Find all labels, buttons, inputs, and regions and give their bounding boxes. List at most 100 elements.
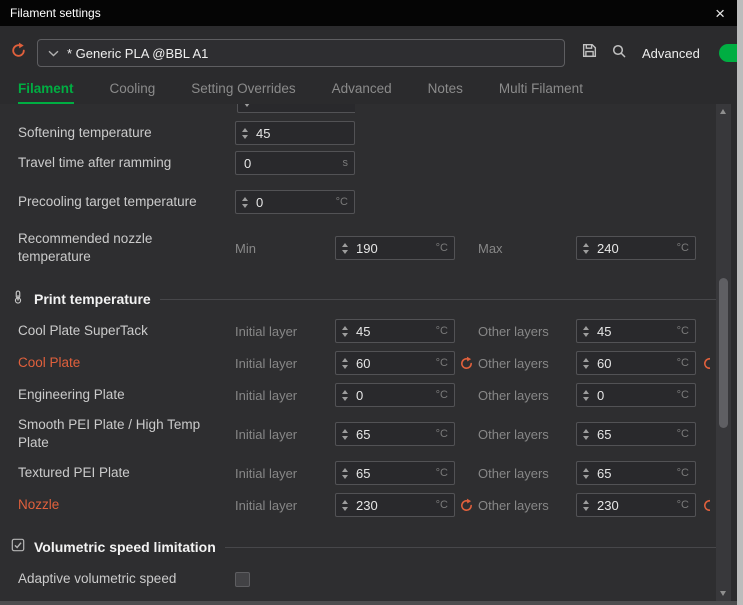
scroll-down-arrow-icon[interactable] bbox=[720, 591, 726, 596]
input-value: 45 bbox=[356, 323, 371, 339]
scrollbar-thumb[interactable] bbox=[719, 278, 728, 428]
scroll-up-arrow-icon[interactable] bbox=[720, 109, 726, 114]
preset-name: * Generic PLA @BBL A1 bbox=[67, 45, 209, 61]
preset-dropdown[interactable]: * Generic PLA @BBL A1 bbox=[37, 39, 565, 67]
unit-label: °C bbox=[676, 467, 689, 479]
spinner-arrows[interactable] bbox=[336, 384, 353, 406]
spinner-arrows[interactable] bbox=[577, 462, 594, 484]
initial-layer-label: Initial layer bbox=[235, 387, 298, 403]
spinner-arrows[interactable] bbox=[238, 104, 255, 112]
volumetric-speed-section-header: Volumetric speed limitation bbox=[0, 534, 722, 560]
chevron-down-icon bbox=[48, 44, 59, 62]
unit-label: °C bbox=[435, 467, 448, 479]
input-value: 65 bbox=[356, 426, 371, 442]
row-cool-plate: Cool Plate Initial layer 60 °C Other lay… bbox=[0, 350, 722, 376]
row-smooth-pei-plate: Smooth PEI Plate / High Temp Plate Initi… bbox=[0, 414, 722, 454]
tab-notes[interactable]: Notes bbox=[428, 81, 463, 104]
vertical-scrollbar[interactable] bbox=[716, 104, 731, 601]
unit-label: °C bbox=[435, 428, 448, 440]
save-preset-button[interactable] bbox=[581, 42, 598, 64]
undo-modification-button-clipped[interactable] bbox=[702, 356, 710, 371]
spinner-arrows[interactable] bbox=[577, 494, 594, 516]
spinner-arrows[interactable] bbox=[577, 320, 594, 342]
initial-layer-label: Initial layer bbox=[235, 497, 298, 513]
advanced-mode-label: Advanced bbox=[642, 45, 700, 61]
other-layers-input[interactable]: 65 °C bbox=[576, 461, 696, 485]
unit-label: °C bbox=[676, 357, 689, 369]
spinner-arrows[interactable] bbox=[336, 494, 353, 516]
unit-label: °C bbox=[435, 357, 448, 369]
spinner-arrows[interactable] bbox=[336, 423, 353, 445]
filament-settings-dialog: Filament settings × * Generic PLA @BBL A… bbox=[0, 0, 737, 601]
window-titlebar: Filament settings × bbox=[0, 0, 737, 26]
tab-setting-overrides[interactable]: Setting Overrides bbox=[191, 81, 295, 104]
input-value: 60 bbox=[356, 355, 371, 371]
nozzle-temp-max-input[interactable]: 240 °C bbox=[576, 236, 696, 260]
other-layers-input[interactable]: 45 °C bbox=[576, 319, 696, 343]
desktop-background-strip-bottom bbox=[0, 601, 737, 605]
spinner-arrows[interactable] bbox=[336, 352, 353, 374]
initial-layer-label: Initial layer bbox=[235, 355, 298, 371]
undo-modification-button-clipped[interactable] bbox=[702, 498, 710, 513]
initial-layer-input[interactable]: 230 °C bbox=[335, 493, 455, 517]
save-icon bbox=[581, 42, 598, 64]
other-layers-label: Other layers bbox=[478, 355, 549, 371]
input-value: 0 bbox=[256, 194, 264, 210]
window-title: Filament settings bbox=[10, 6, 101, 20]
softening-temperature-input[interactable]: 45 bbox=[235, 121, 355, 145]
setting-label: Adaptive volumetric speed bbox=[18, 570, 177, 586]
search-icon bbox=[611, 43, 627, 64]
close-button[interactable]: × bbox=[715, 5, 725, 22]
adaptive-volumetric-speed-checkbox[interactable] bbox=[235, 571, 250, 587]
clipped-input[interactable] bbox=[237, 104, 355, 113]
other-layers-input[interactable]: 0 °C bbox=[576, 383, 696, 407]
spinner-arrows[interactable] bbox=[336, 237, 353, 259]
clipped-input-row bbox=[237, 104, 355, 114]
reset-preset-button[interactable] bbox=[10, 42, 27, 64]
row-cool-plate-supertack: Cool Plate SuperTack Initial layer 45 °C… bbox=[0, 318, 722, 344]
spinner-arrows[interactable] bbox=[336, 462, 353, 484]
spinner-arrows[interactable] bbox=[236, 122, 253, 144]
other-layers-input[interactable]: 230 °C bbox=[576, 493, 696, 517]
advanced-toggle[interactable] bbox=[718, 44, 737, 62]
row-softening-temperature: Softening temperature 45 bbox=[0, 120, 722, 146]
tab-cooling[interactable]: Cooling bbox=[110, 81, 156, 104]
initial-layer-input[interactable]: 65 °C bbox=[335, 422, 455, 446]
reset-icon bbox=[704, 356, 710, 369]
other-layers-label: Other layers bbox=[478, 465, 549, 481]
initial-layer-input[interactable]: 60 °C bbox=[335, 351, 455, 375]
search-button[interactable] bbox=[611, 43, 627, 64]
input-value: 65 bbox=[597, 465, 612, 481]
spinner-arrows[interactable] bbox=[577, 384, 594, 406]
undo-modification-button[interactable] bbox=[459, 356, 474, 371]
desktop-background-strip-right bbox=[737, 0, 743, 605]
initial-layer-label: Initial layer bbox=[235, 323, 298, 339]
nozzle-temp-min-input[interactable]: 190 °C bbox=[335, 236, 455, 260]
undo-modification-button[interactable] bbox=[459, 498, 474, 513]
travel-time-input[interactable]: 0 s bbox=[235, 151, 355, 175]
other-layers-input[interactable]: 65 °C bbox=[576, 422, 696, 446]
unit-label: °C bbox=[676, 325, 689, 337]
max-label: Max bbox=[478, 240, 503, 256]
tab-multi-filament[interactable]: Multi Filament bbox=[499, 81, 583, 104]
setting-label: Nozzle bbox=[18, 496, 60, 512]
spinner-arrows[interactable] bbox=[577, 237, 594, 259]
spinner-arrows[interactable] bbox=[236, 191, 253, 213]
input-value: 0 bbox=[356, 387, 364, 403]
setting-label: Precooling target temperature bbox=[18, 193, 197, 209]
initial-layer-input[interactable]: 65 °C bbox=[335, 461, 455, 485]
spinner-arrows[interactable] bbox=[577, 423, 594, 445]
tab-advanced[interactable]: Advanced bbox=[332, 81, 392, 104]
spinner-arrows[interactable] bbox=[577, 352, 594, 374]
precooling-target-input[interactable]: 0 °C bbox=[235, 190, 355, 214]
initial-layer-input[interactable]: 0 °C bbox=[335, 383, 455, 407]
tab-filament[interactable]: Filament bbox=[18, 81, 74, 104]
unit-label: °C bbox=[435, 242, 448, 254]
input-value: 45 bbox=[597, 323, 612, 339]
initial-layer-input[interactable]: 45 °C bbox=[335, 319, 455, 343]
row-nozzle: Nozzle Initial layer 230 °C Other layers… bbox=[0, 492, 722, 518]
spinner-arrows[interactable] bbox=[336, 320, 353, 342]
row-textured-pei-plate: Textured PEI Plate Initial layer 65 °C O… bbox=[0, 460, 722, 486]
other-layers-input[interactable]: 60 °C bbox=[576, 351, 696, 375]
settings-tabbar: Filament Cooling Setting Overrides Advan… bbox=[0, 70, 737, 104]
